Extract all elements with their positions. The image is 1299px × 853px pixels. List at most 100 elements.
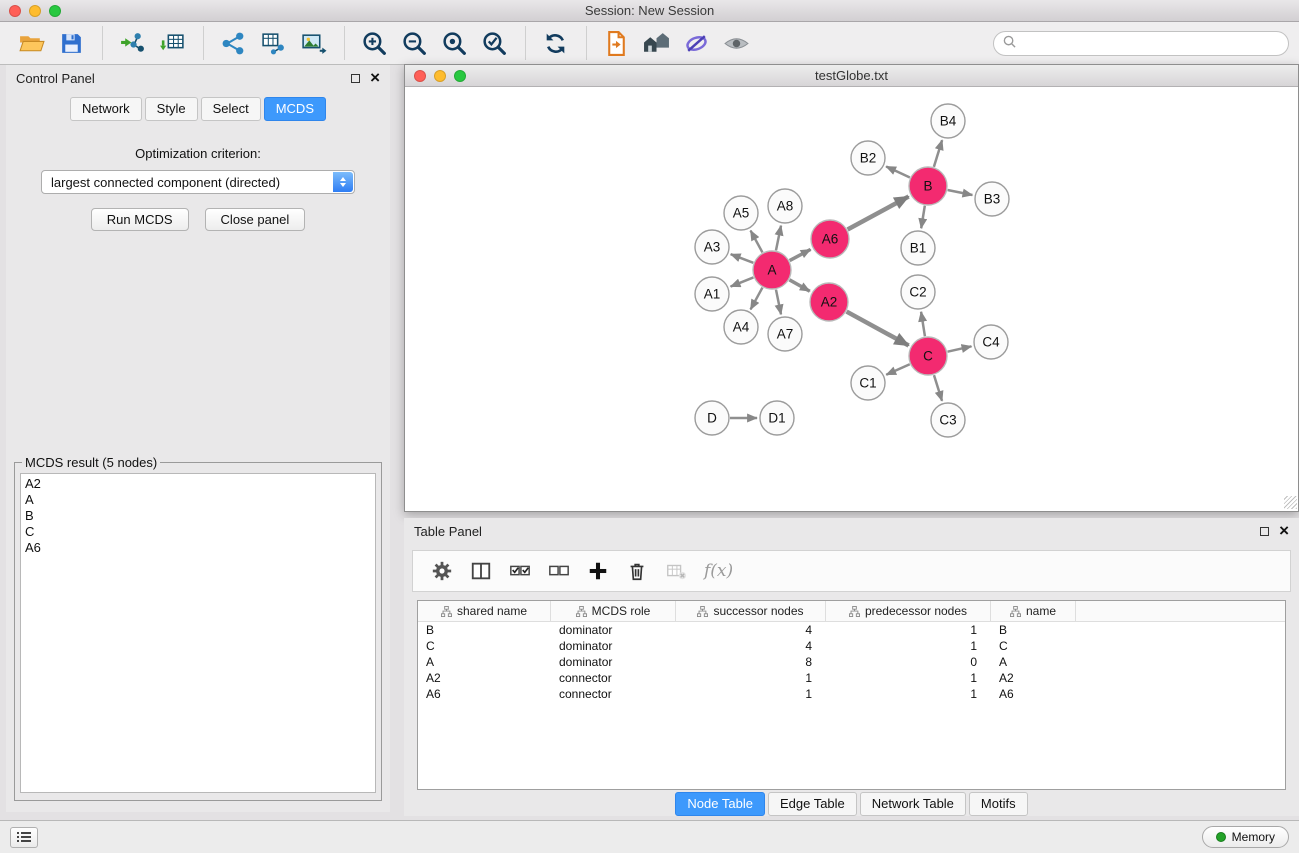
tab-node-table[interactable]: Node Table bbox=[675, 792, 765, 816]
zoom-fit-icon[interactable] bbox=[437, 25, 473, 61]
graph-edge-A-A5[interactable] bbox=[751, 231, 763, 253]
close-panel-icon[interactable]: × bbox=[370, 72, 380, 84]
graph-node-C3[interactable]: C3 bbox=[931, 403, 965, 437]
graph-node-A8[interactable]: A8 bbox=[768, 189, 802, 223]
criterion-select[interactable]: largest connected component (directed) bbox=[41, 170, 355, 194]
graph-node-B4[interactable]: B4 bbox=[931, 104, 965, 138]
run-mcds-button[interactable]: Run MCDS bbox=[91, 208, 189, 231]
tab-style[interactable]: Style bbox=[145, 97, 198, 121]
graph-node-A[interactable]: A bbox=[753, 251, 791, 289]
graph-edge-A-A7[interactable] bbox=[776, 290, 781, 315]
search-input[interactable] bbox=[1021, 36, 1279, 50]
graph-node-B[interactable]: B bbox=[909, 167, 947, 205]
deselect-all-icon[interactable] bbox=[546, 558, 572, 584]
close-table-panel-icon[interactable]: × bbox=[1279, 525, 1289, 537]
network-canvas[interactable]: B4B2BB3A5A8A6B1A3AC2A1A2A4A7C4CC1C3DD1 bbox=[405, 87, 1298, 510]
graph-edge-A-A4[interactable] bbox=[751, 288, 763, 310]
import-document-icon[interactable] bbox=[599, 25, 635, 61]
float-table-panel-icon[interactable] bbox=[1260, 527, 1269, 536]
import-network-icon[interactable] bbox=[115, 25, 151, 61]
zoom-window-button[interactable] bbox=[49, 5, 61, 17]
graph-edge-B-B2[interactable] bbox=[886, 166, 910, 177]
export-table-icon[interactable] bbox=[256, 25, 292, 61]
tab-select[interactable]: Select bbox=[201, 97, 261, 121]
import-table-icon[interactable] bbox=[155, 25, 191, 61]
select-all-icon[interactable] bbox=[507, 558, 533, 584]
graph-edge-C-C1[interactable] bbox=[886, 364, 910, 375]
graph-node-B3[interactable]: B3 bbox=[975, 182, 1009, 216]
graph-node-B1[interactable]: B1 bbox=[901, 231, 935, 265]
column-header-MCDS-role[interactable]: MCDS role bbox=[551, 601, 676, 621]
graph-node-C4[interactable]: C4 bbox=[974, 325, 1008, 359]
import-table-disabled-icon[interactable] bbox=[663, 558, 689, 584]
tab-motifs[interactable]: Motifs bbox=[969, 792, 1028, 816]
graph-edge-A-A6[interactable] bbox=[790, 249, 811, 260]
graph-edge-B-B4[interactable] bbox=[934, 140, 942, 167]
search-box[interactable] bbox=[993, 31, 1289, 56]
graph-edge-B-B3[interactable] bbox=[948, 190, 973, 195]
graph-edge-A-A2[interactable] bbox=[789, 280, 809, 291]
window-resize-grip[interactable] bbox=[1284, 496, 1297, 509]
tab-network[interactable]: Network bbox=[70, 97, 142, 121]
graph-node-C[interactable]: C bbox=[909, 337, 947, 375]
memory-button[interactable]: Memory bbox=[1202, 826, 1289, 848]
zoom-in-icon[interactable] bbox=[357, 25, 393, 61]
columns-icon[interactable] bbox=[468, 558, 494, 584]
graph-edge-C-C3[interactable] bbox=[934, 375, 942, 401]
open-file-icon[interactable] bbox=[14, 25, 50, 61]
minimize-window-button[interactable] bbox=[29, 5, 41, 17]
column-header-successor-nodes[interactable]: successor nodes bbox=[676, 601, 826, 621]
graph-edge-C-C4[interactable] bbox=[948, 346, 972, 351]
table-row[interactable]: A2connector11A2 bbox=[418, 670, 1285, 686]
network-close-button[interactable] bbox=[414, 70, 426, 82]
graph-edge-A2-C[interactable] bbox=[847, 312, 909, 346]
graph-node-A7[interactable]: A7 bbox=[768, 317, 802, 351]
column-header-predecessor-nodes[interactable]: predecessor nodes bbox=[826, 601, 991, 621]
analyzer-icon[interactable] bbox=[679, 25, 715, 61]
network-minimize-button[interactable] bbox=[434, 70, 446, 82]
graph-edge-C-C2[interactable] bbox=[921, 312, 925, 336]
network-zoom-button[interactable] bbox=[454, 70, 466, 82]
close-panel-button[interactable]: Close panel bbox=[205, 208, 306, 231]
graph-node-C1[interactable]: C1 bbox=[851, 366, 885, 400]
graph-node-A4[interactable]: A4 bbox=[724, 310, 758, 344]
graph-edge-A-A3[interactable] bbox=[731, 254, 754, 263]
close-window-button[interactable] bbox=[9, 5, 21, 17]
graph-edge-B-B1[interactable] bbox=[921, 206, 925, 229]
table-row[interactable]: Cdominator41C bbox=[418, 638, 1285, 654]
graph-node-D1[interactable]: D1 bbox=[760, 401, 794, 435]
new-network-icon[interactable] bbox=[216, 25, 252, 61]
refresh-icon[interactable] bbox=[538, 25, 574, 61]
network-graph[interactable]: B4B2BB3A5A8A6B1A3AC2A1A2A4A7C4CC1C3DD1 bbox=[405, 87, 1298, 510]
function-builder-icon[interactable]: f(x) bbox=[702, 558, 735, 584]
mcds-result-list[interactable]: A2ABCA6 bbox=[20, 473, 376, 793]
task-history-button[interactable] bbox=[10, 827, 38, 848]
save-session-icon[interactable] bbox=[54, 25, 90, 61]
delete-icon[interactable] bbox=[624, 558, 650, 584]
graph-node-A3[interactable]: A3 bbox=[695, 230, 729, 264]
float-panel-icon[interactable] bbox=[351, 74, 360, 83]
gear-icon[interactable] bbox=[429, 558, 455, 584]
graph-node-A2[interactable]: A2 bbox=[810, 283, 848, 321]
graph-node-A6[interactable]: A6 bbox=[811, 220, 849, 258]
zoom-out-icon[interactable] bbox=[397, 25, 433, 61]
table-row[interactable]: A6connector11A6 bbox=[418, 686, 1285, 702]
graph-edge-A6-B[interactable] bbox=[848, 196, 909, 229]
export-image-icon[interactable] bbox=[296, 25, 332, 61]
graph-edge-A-A8[interactable] bbox=[776, 226, 781, 251]
graph-node-A1[interactable]: A1 bbox=[695, 277, 729, 311]
column-header-name[interactable]: name bbox=[991, 601, 1076, 621]
home-icon[interactable] bbox=[639, 25, 675, 61]
table-row[interactable]: Adominator80A bbox=[418, 654, 1285, 670]
eye-icon[interactable] bbox=[719, 25, 755, 61]
add-icon[interactable] bbox=[585, 558, 611, 584]
table-row[interactable]: Bdominator41B bbox=[418, 622, 1285, 638]
graph-edge-A-A1[interactable] bbox=[731, 277, 754, 286]
graph-node-C2[interactable]: C2 bbox=[901, 275, 935, 309]
tab-network-table[interactable]: Network Table bbox=[860, 792, 966, 816]
graph-node-B2[interactable]: B2 bbox=[851, 141, 885, 175]
graph-node-A5[interactable]: A5 bbox=[724, 196, 758, 230]
zoom-selected-icon[interactable] bbox=[477, 25, 513, 61]
column-header-shared-name[interactable]: shared name bbox=[418, 601, 551, 621]
tab-mcds[interactable]: MCDS bbox=[264, 97, 326, 121]
